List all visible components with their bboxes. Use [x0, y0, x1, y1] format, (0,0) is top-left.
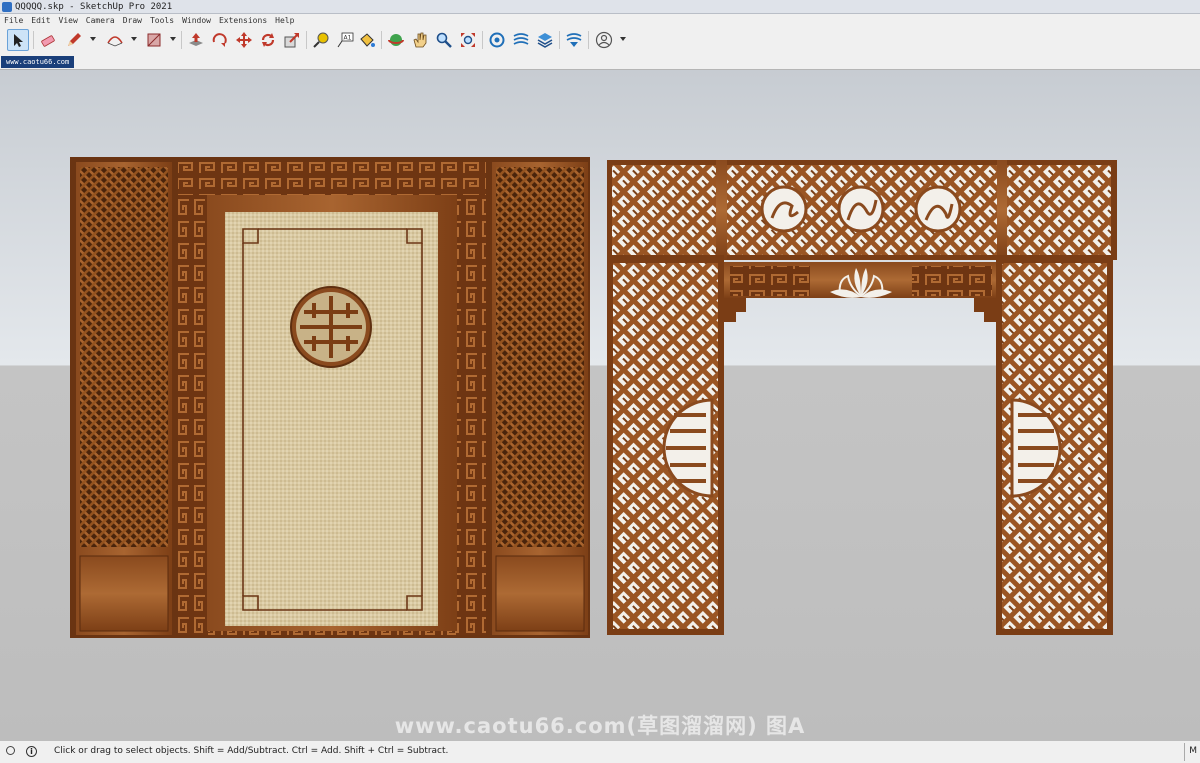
paint-bucket-icon	[360, 33, 375, 47]
extension-warehouse-button[interactable]	[510, 29, 532, 51]
pan-tool-button[interactable]	[409, 29, 431, 51]
extension-manager-button[interactable]	[563, 29, 585, 51]
measurements-label[interactable]: M	[1189, 746, 1197, 756]
warehouse-icon	[489, 32, 505, 48]
scale-tool-button[interactable]	[281, 29, 303, 51]
title-bar: QQQQQ.skp - SketchUp Pro 2021	[0, 0, 1200, 14]
eraser-icon	[41, 35, 55, 47]
magnifier-icon	[436, 32, 452, 48]
arc-dropdown-caret[interactable]	[131, 37, 137, 41]
toolbar-separator	[482, 31, 483, 49]
eraser-tool-button[interactable]	[37, 29, 59, 51]
scene-tabs-bar: www.caotu66.com	[0, 55, 1200, 70]
menu-window[interactable]: Window	[178, 14, 215, 27]
paint-bucket-tool-button[interactable]	[356, 29, 378, 51]
toolbar-separator	[588, 31, 589, 49]
move-arrows-icon	[236, 32, 252, 48]
account-dropdown-caret[interactable]	[620, 37, 626, 41]
extension-icon	[513, 33, 529, 45]
menu-edit[interactable]: Edit	[27, 14, 54, 27]
info-icon[interactable]: i	[26, 746, 37, 757]
move-tool-button[interactable]	[209, 29, 231, 51]
zoom-extents-icon	[461, 33, 475, 47]
status-message: Click or drag to select objects. Shift =…	[54, 746, 449, 756]
window-title: QQQQQ.skp - SketchUp Pro 2021	[15, 1, 173, 12]
push-pull-tool-button[interactable]	[185, 29, 207, 51]
text-label-icon: A1	[337, 32, 354, 48]
toolbar-separator	[381, 31, 382, 49]
tape-measure-icon	[313, 32, 329, 48]
model-canvas	[70, 157, 1117, 638]
rectangle-icon	[147, 33, 161, 47]
svg-text:A1: A1	[344, 35, 352, 42]
menu-tools[interactable]: Tools	[146, 14, 178, 27]
line-dropdown-caret[interactable]	[90, 37, 96, 41]
geo-location-icon[interactable]	[6, 746, 15, 755]
rotate-arrows-icon	[261, 33, 275, 47]
menu-help[interactable]: Help	[271, 14, 298, 27]
menu-bar: File Edit View Camera Draw Tools Window …	[0, 14, 1200, 27]
extension-manager-icon	[566, 33, 582, 47]
menu-view[interactable]: View	[55, 14, 82, 27]
rectangle-dropdown-caret[interactable]	[170, 37, 176, 41]
right-archway-model[interactable]	[607, 160, 1117, 635]
layout-button[interactable]	[534, 29, 556, 51]
orbit-tool-button[interactable]	[385, 29, 407, 51]
hand-icon	[413, 32, 427, 48]
line-tool-button[interactable]	[63, 29, 85, 51]
toolbar-separator	[306, 31, 307, 49]
rotate-icon	[212, 33, 227, 47]
scene-tab[interactable]: www.caotu66.com	[1, 56, 75, 68]
status-separator	[1184, 743, 1185, 761]
zoom-tool-button[interactable]	[433, 29, 455, 51]
menu-extensions[interactable]: Extensions	[215, 14, 271, 27]
push-pull-icon	[189, 33, 203, 46]
rectangle-tool-button[interactable]	[143, 29, 165, 51]
arc-tool-button[interactable]	[104, 29, 126, 51]
text-tool-button[interactable]: A1	[334, 29, 356, 51]
orbit-icon	[388, 34, 404, 46]
toolbar-separator	[33, 31, 34, 49]
left-screen-model[interactable]	[70, 157, 590, 638]
watermark-text: www.caotu66.com(草图溜溜网) 图A	[394, 714, 806, 738]
account-button[interactable]	[593, 29, 615, 51]
arc-icon	[107, 36, 123, 47]
3d-warehouse-button[interactable]	[486, 29, 508, 51]
user-account-icon	[595, 31, 613, 49]
layout-icon	[537, 33, 553, 48]
scale-icon	[284, 33, 299, 48]
zoom-extents-tool-button[interactable]	[457, 29, 479, 51]
main-toolbar: A1	[0, 27, 1200, 56]
arrow-cursor-icon	[14, 34, 23, 47]
pencil-icon	[68, 33, 81, 46]
menu-file[interactable]: File	[0, 14, 27, 27]
toolbar-separator	[181, 31, 182, 49]
sketchup-app-icon	[2, 1, 12, 12]
menu-draw[interactable]: Draw	[119, 14, 146, 27]
menu-camera[interactable]: Camera	[82, 14, 119, 27]
rotate-tool-button[interactable]	[257, 29, 279, 51]
select-tool-button[interactable]	[7, 29, 29, 51]
status-bar: i Click or drag to select objects. Shift…	[0, 740, 1200, 763]
model-viewport[interactable]: www.caotu66.com(草图溜溜网) 图A	[0, 70, 1200, 740]
move-arrows-tool-button[interactable]	[233, 29, 255, 51]
toolbar-separator	[559, 31, 560, 49]
tape-measure-tool-button[interactable]	[310, 29, 332, 51]
